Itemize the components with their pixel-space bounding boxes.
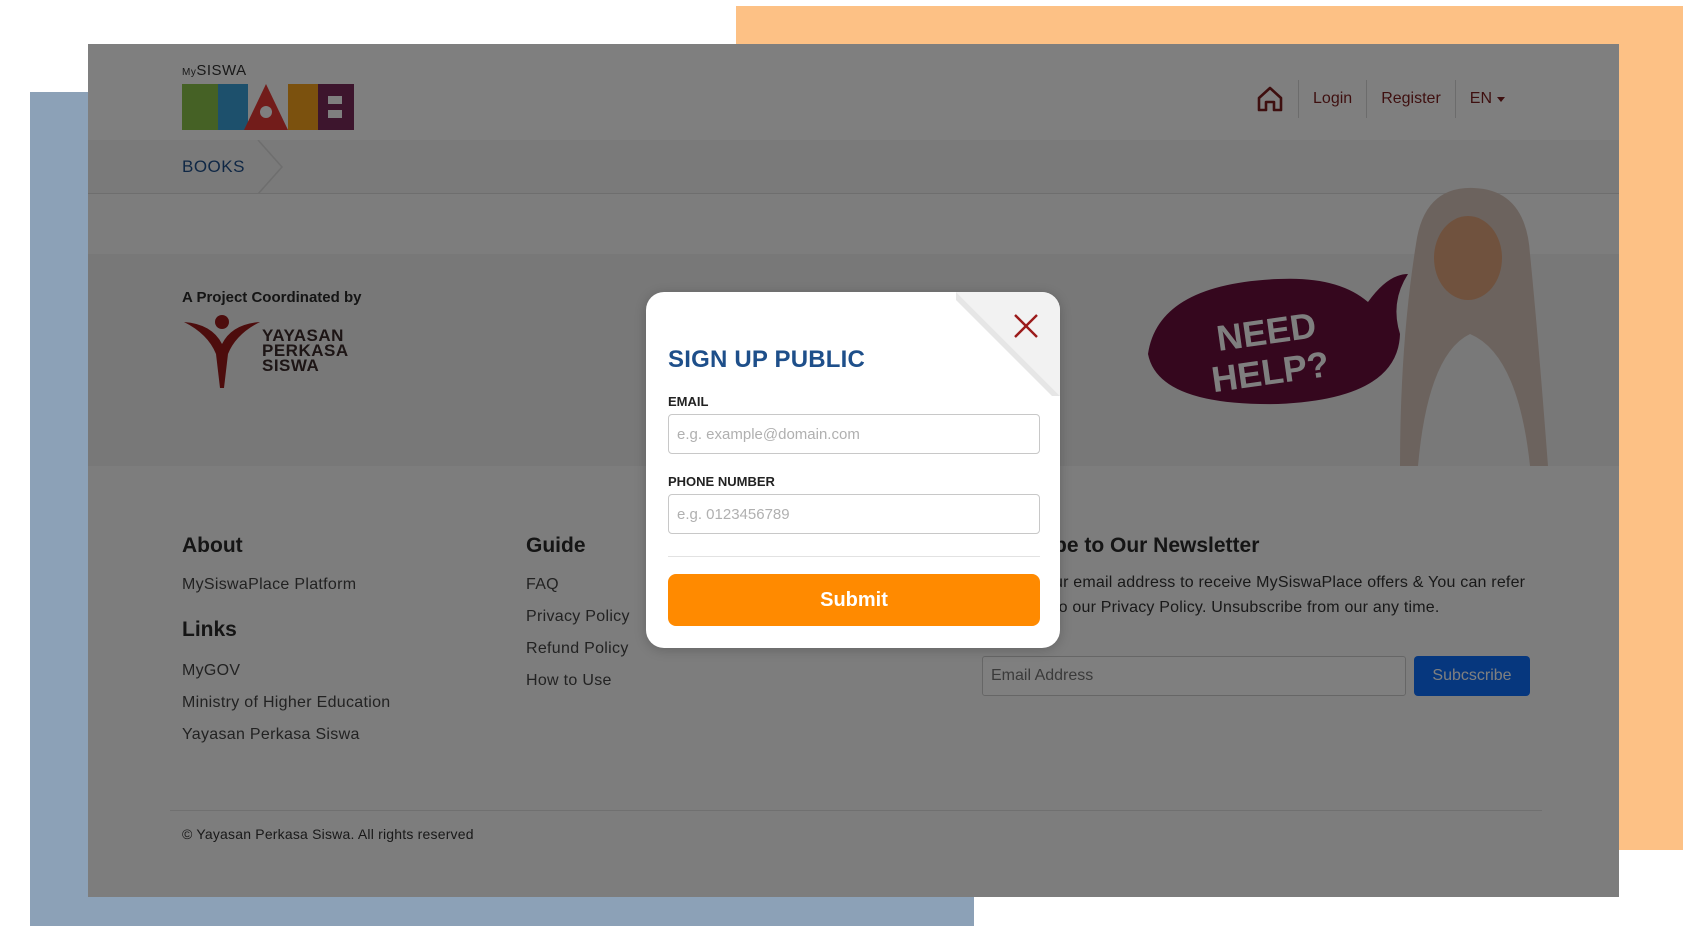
phone-field[interactable] bbox=[668, 494, 1040, 534]
phone-label: PHONE NUMBER bbox=[668, 474, 775, 489]
stage: MySISWA Login Register bbox=[0, 0, 1691, 926]
email-label: EMAIL bbox=[668, 394, 709, 409]
modal-corner-fold bbox=[956, 292, 1060, 396]
close-icon[interactable] bbox=[1010, 310, 1042, 342]
submit-button[interactable]: Submit bbox=[668, 574, 1040, 626]
signup-modal: SIGN UP PUBLIC EMAIL PHONE NUMBER Submit bbox=[646, 292, 1060, 648]
browser-page: MySISWA Login Register bbox=[88, 44, 1619, 897]
email-field[interactable] bbox=[668, 414, 1040, 454]
modal-title: SIGN UP PUBLIC bbox=[668, 346, 866, 373]
modal-separator bbox=[668, 556, 1040, 557]
